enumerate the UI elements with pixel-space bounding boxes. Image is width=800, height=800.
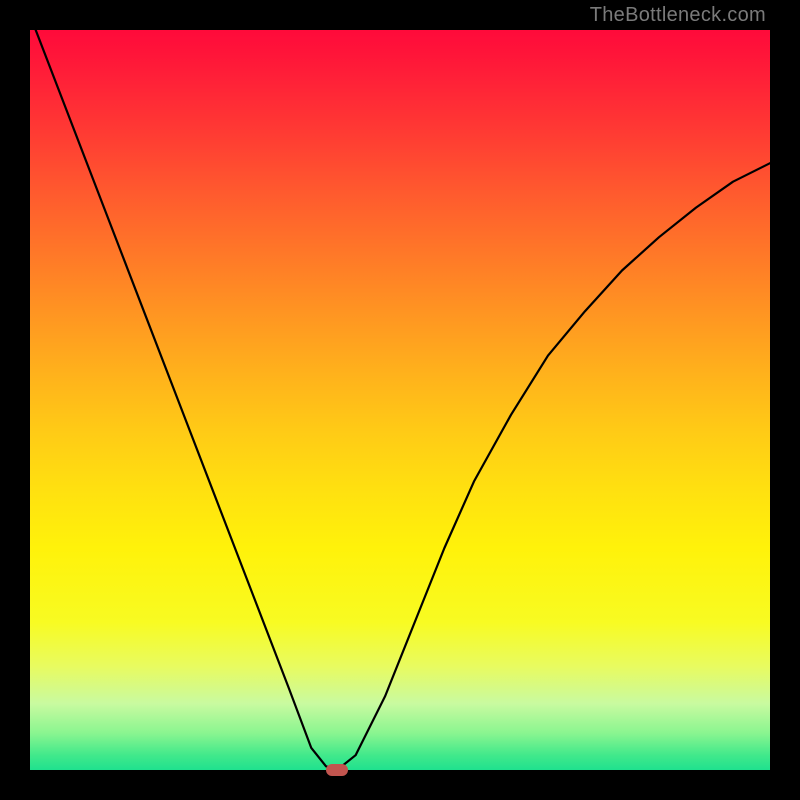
watermark-text: TheBottleneck.com (590, 4, 766, 27)
chart-frame: TheBottleneck.com (0, 0, 800, 800)
bottleneck-curve (30, 30, 770, 770)
optimum-marker (326, 764, 348, 776)
curve-path (30, 30, 770, 770)
plot-area (30, 30, 770, 770)
